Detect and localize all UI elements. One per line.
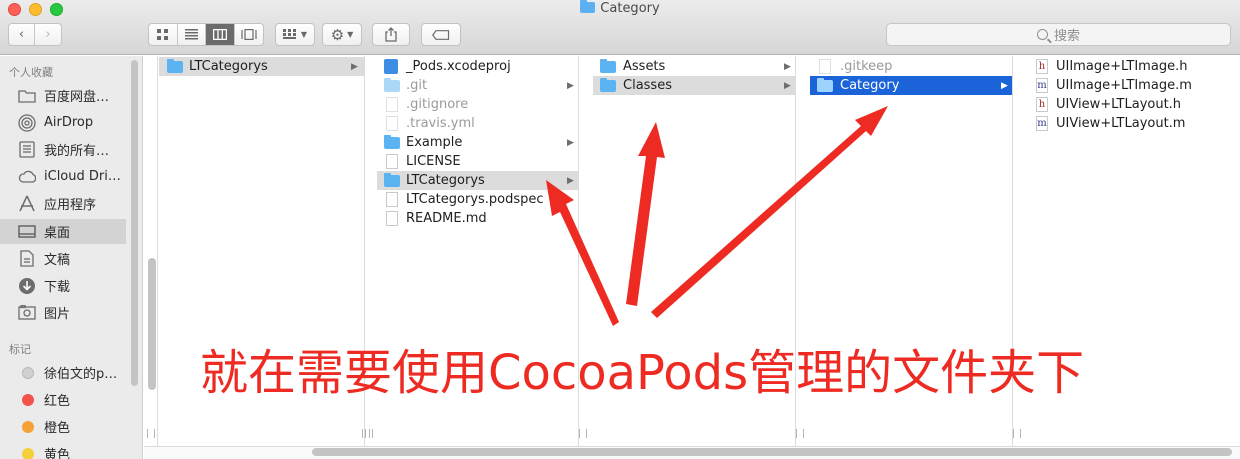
annotation-arrow: [626, 122, 665, 306]
annotation-arrow: [651, 106, 888, 318]
annotation-arrow: [546, 180, 619, 326]
annotation-caption: 就在需要使用CocoaPods管理的文件夹下: [200, 345, 1085, 401]
